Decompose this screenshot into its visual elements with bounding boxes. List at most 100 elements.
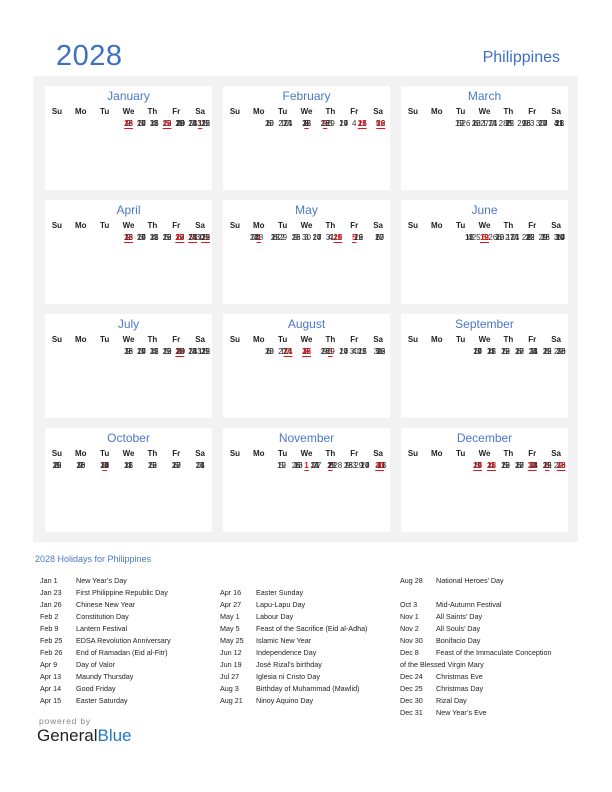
empty-cell: [66, 346, 87, 358]
weekday-label: We: [478, 449, 491, 458]
holiday-date-label: [400, 587, 436, 599]
holiday-item: May 5 Feast of the Sacrifice (Eid al-Adha…: [220, 623, 367, 635]
calendar-day: 30: [555, 233, 565, 242]
weekday-header: Su Mo Tu We Th Fr Sa: [223, 448, 390, 460]
weekday-label: Tu: [100, 335, 110, 344]
empty-cell: [108, 346, 129, 358]
calendar-day: 29: [517, 119, 527, 128]
weekday-label: Tu: [456, 449, 466, 458]
holiday-name: New Year’s Day: [76, 576, 127, 585]
empty-cell: [473, 460, 497, 472]
month-title: May: [295, 203, 318, 217]
holiday-name: Labour Day: [256, 612, 294, 621]
calendar-day: 29: [52, 461, 62, 470]
weekday-label: Th: [325, 335, 336, 344]
weekday-label: Su: [407, 449, 419, 458]
calendar-day: 26: [488, 233, 498, 242]
calendar-day: 30: [195, 233, 205, 242]
calendar-day: 30: [556, 347, 566, 356]
empty-cell: [425, 460, 449, 472]
weekday-header: Su Mo Tu We Th Fr Sa: [223, 106, 390, 118]
holiday-date-label: Apr 14: [40, 684, 62, 693]
holiday-column: Aug 28 National Heroes’ Day Oct 3 Mid-Autum…: [400, 575, 551, 719]
weekday-label: Th: [503, 107, 514, 116]
holiday-item: Apr 13 Maundy Thursday: [40, 671, 171, 683]
holiday-item: Feb 9 Lantern Festival: [40, 623, 171, 635]
generalblue-logo[interactable]: GeneralBlue: [37, 726, 132, 746]
empty-cell: [451, 232, 468, 244]
holiday-date-label: Jan 23: [40, 588, 62, 597]
calendar-day: 28: [254, 233, 264, 242]
calendar-day: 24: [473, 347, 483, 356]
holiday-name: First Philippine Republic Day: [76, 588, 168, 597]
weekday-label: Tu: [278, 221, 288, 230]
holiday-column: Apr 16 Easter Sunday Apr 27 Lapu-Lapu Day Ma…: [220, 575, 367, 707]
calendar-day: 30: [535, 119, 545, 128]
weekday-label: Fr: [528, 449, 537, 458]
empty-cell: [149, 346, 170, 358]
calendar-day: 29: [542, 347, 552, 356]
holiday-name: Lapu-Lapu Day: [256, 600, 306, 609]
holiday-name: Iglesia ni Cristo Day: [256, 672, 320, 681]
holiday-date-label: Aug 21: [220, 696, 243, 705]
month-title: September: [455, 317, 514, 331]
weekday-label: Tu: [100, 449, 110, 458]
weekday-label: Sa: [195, 335, 205, 344]
holiday-name: Chinese New Year: [76, 600, 136, 609]
calendar-day: 29: [278, 233, 288, 242]
weekday-label: Fr: [528, 221, 537, 230]
country-title: Philippines: [482, 49, 560, 66]
empty-cell: [457, 346, 471, 358]
weekday-label: Mo: [431, 449, 443, 458]
empty-cell: [418, 232, 435, 244]
weekday-label: Su: [51, 107, 63, 116]
calendar-day: 31: [373, 347, 383, 356]
calendar-day: 31: [554, 119, 564, 128]
holidays-title: 2028 Holidays for Philippines: [35, 554, 152, 564]
holiday-name: of the Blessed Virgin Mary: [400, 660, 484, 669]
holiday-name: New Year’s Eve: [436, 708, 487, 717]
weekday-label: Fr: [350, 449, 359, 458]
holiday-name: Feast of the Immaculate Conception: [436, 648, 552, 657]
month-title: August: [287, 317, 326, 331]
holiday-date: 28: [302, 347, 311, 356]
holiday-name: Good Friday: [76, 684, 116, 693]
month-november: November Su Mo Tu We Th Fr Sa 1 2 3 4 5 6 7 8 9 10 11 12 13 1…: [223, 428, 390, 532]
calendar-day: 29: [354, 461, 364, 470]
weekday-label: Sa: [373, 221, 383, 230]
weekday-header: Su Mo Tu We Th Fr Sa: [45, 448, 212, 460]
holiday-item: Dec 31 New Year’s Eve: [400, 707, 551, 719]
weekday-label: Mo: [253, 335, 265, 344]
weekday-label: Su: [229, 107, 241, 116]
weekday-label: Tu: [456, 221, 466, 230]
weekday-label: Su: [407, 335, 419, 344]
holiday-name: Islamic New Year: [256, 636, 312, 645]
holiday-item: Aug 3 Birthday of Muhammad (Mawlid): [220, 683, 367, 695]
holiday-item: Jan 23 First Philippine Republic Day: [40, 587, 171, 599]
week-row: 30 31: [45, 118, 212, 130]
weekday-label: Th: [325, 449, 336, 458]
weekday-label: Mo: [431, 335, 443, 344]
weekday-label: We: [122, 107, 135, 116]
holiday-name: All Saints’ Day: [436, 612, 483, 621]
weekday-header: Su Mo Tu We Th Fr Sa: [401, 106, 568, 118]
holiday-date-label: Nov 1: [400, 612, 419, 621]
weekday-label: Su: [407, 221, 419, 230]
weekday-label: Fr: [350, 107, 359, 116]
empty-cell: [66, 118, 87, 130]
calendar-day: 27: [514, 347, 524, 356]
holiday-date-label: Feb 25: [40, 636, 63, 645]
weekday-label: Th: [325, 107, 336, 116]
logo-blue: Blue: [97, 726, 132, 745]
empty-cell: [164, 232, 188, 244]
holiday-name: Lantern Festival: [76, 624, 128, 633]
calendar-day: 27: [480, 119, 489, 128]
weekday-label: Tu: [278, 449, 288, 458]
weekday-label: We: [478, 107, 491, 116]
empty-cell: [69, 232, 93, 244]
calendar-day: 31: [197, 347, 207, 356]
holiday-item: Apr 27 Lapu-Lapu Day: [220, 599, 367, 611]
calendar-day: 30: [349, 347, 359, 356]
week-row: 30: [45, 232, 212, 244]
holiday-name: National Heroes’ Day: [436, 576, 504, 585]
